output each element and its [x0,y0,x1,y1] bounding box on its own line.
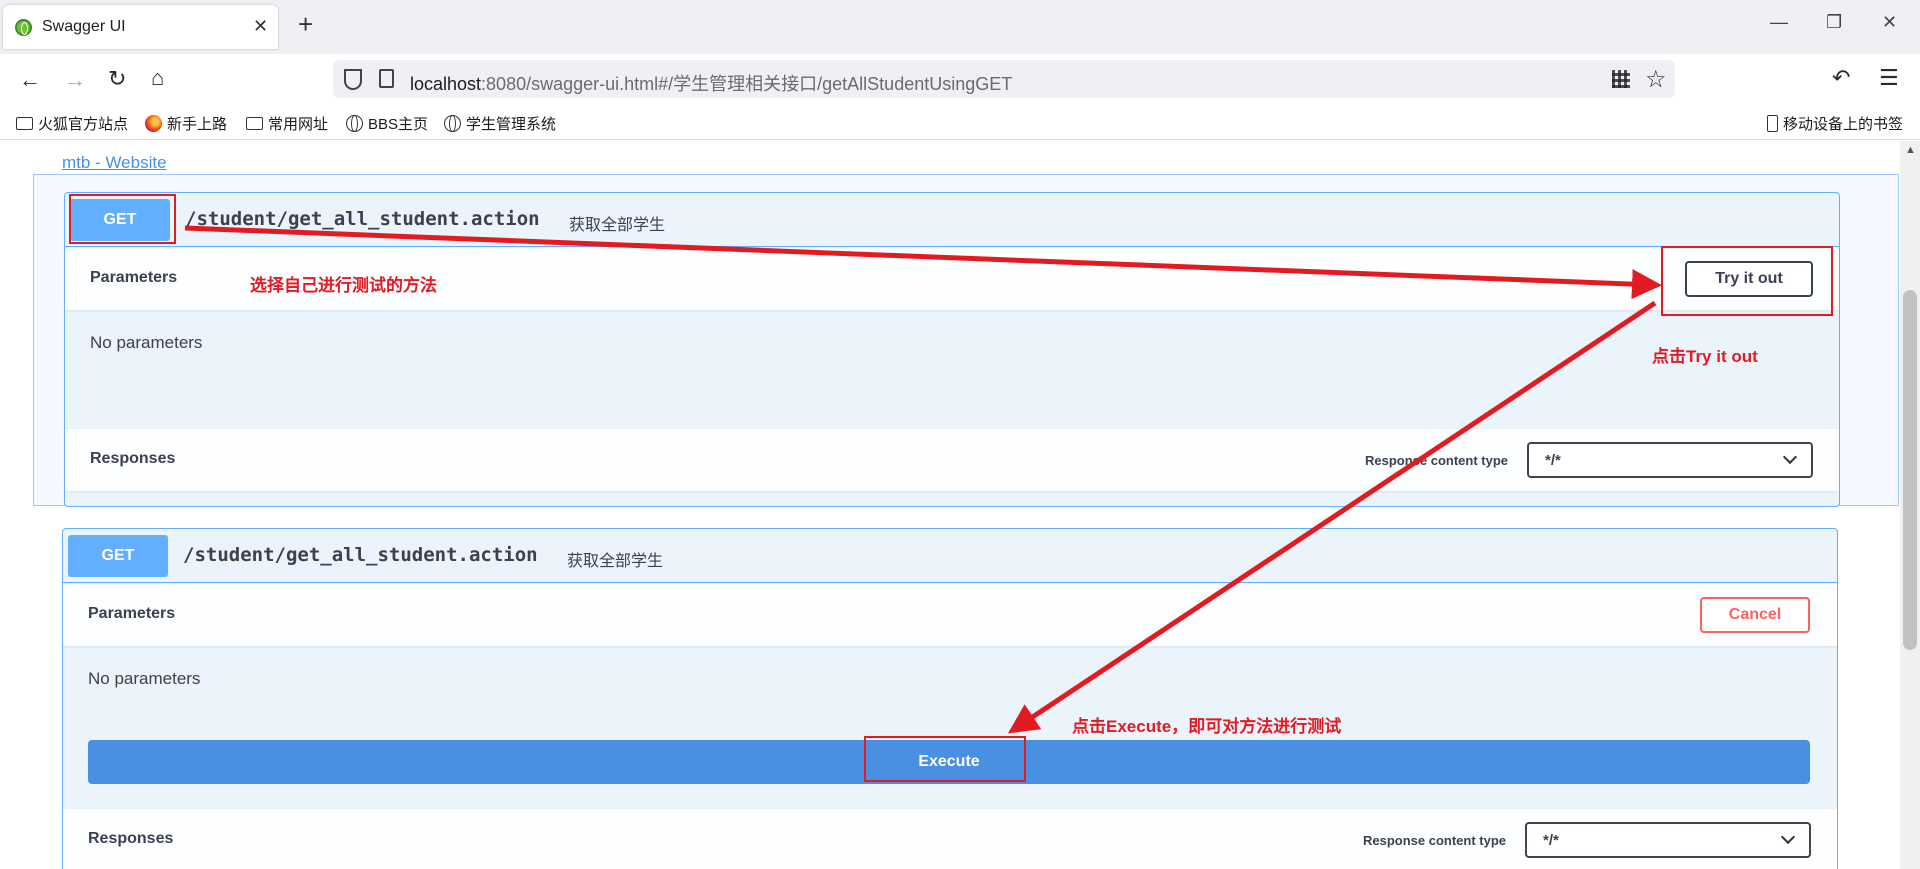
back-icon[interactable]: ← [19,68,41,92]
menu-icon[interactable]: ☰ [1879,66,1899,90]
parameters-title: Parameters [88,605,176,622]
responses-title: Responses [88,830,174,847]
globe-icon [444,115,461,132]
operation-summary-text: 获取全部学生 [569,217,666,234]
get-method-badge[interactable]: GET [68,535,168,577]
swagger-favicon-icon [15,19,32,36]
operation-path[interactable]: /student/get_all_student.action [185,208,540,230]
operation-path[interactable]: /student/get_all_student.action [183,544,538,566]
bookmark-star-icon[interactable]: ☆ [1645,65,1667,94]
response-content-type-select[interactable]: */* [1525,822,1811,858]
tab-title: Swagger UI [42,18,126,35]
annotation-choose-method: 选择自己进行测试的方法 [250,276,437,295]
operation-summary[interactable]: GET /student/get_all_student.action 获取全部… [63,529,1837,583]
chevron-down-icon [1782,449,1798,465]
new-tab-icon[interactable]: + [298,11,313,37]
home-icon[interactable]: ⌂ [151,66,164,90]
parameters-header: Parameters Cancel [63,584,1837,646]
annotation-box-get [69,194,176,244]
shield-icon[interactable] [344,69,362,90]
parameters-title: Parameters [90,269,178,286]
bookmark-common-sites[interactable]: 常用网址 [246,113,328,134]
chevron-down-icon [1780,829,1796,845]
bookmark-firefox-site[interactable]: 火狐官方站点 [16,113,128,134]
responses-header: Responses Response content type */* [63,809,1837,869]
bookmark-label: 新手上路 [167,116,228,133]
response-content-type-select[interactable]: */* [1527,442,1813,478]
annotation-click-execute: 点击Execute，即可对方法进行测试 [1072,717,1342,736]
folder-icon [246,117,263,130]
select-value: */* [1545,452,1561,469]
select-value: */* [1543,832,1559,849]
mobile-bookmarks[interactable]: 移动设备上的书签 [1767,113,1903,134]
site-website-link[interactable]: mtb - Website [62,153,167,173]
url-host: localhost [410,74,482,94]
bookmark-getting-started[interactable]: 新手上路 [145,113,227,134]
bookmark-bbs[interactable]: BBS主页 [346,113,428,134]
folder-icon [16,117,33,130]
bookmark-label: 学生管理系统 [466,116,557,133]
url-text[interactable]: localhost:8080/swagger-ui.html#/学生管理相关接口… [410,70,1012,96]
tab-close-icon[interactable]: ✕ [253,16,268,37]
restore-icon[interactable]: ❐ [1826,12,1842,33]
scroll-up-arrow-icon[interactable]: ▲ [1905,144,1916,156]
no-parameters-text: No parameters [90,333,203,352]
mobile-device-icon [1767,115,1778,132]
undo-icon[interactable]: ↶ [1832,66,1850,90]
operation-summary[interactable]: GET /student/get_all_student.action 获取全部… [65,193,1839,247]
operation-block-try-mode: GET /student/get_all_student.action 获取全部… [62,528,1838,869]
response-content-type-label: Response content type [1363,833,1507,848]
forward-icon[interactable]: → [64,68,86,92]
scrollbar-thumb[interactable] [1903,290,1917,650]
url-path: :8080/swagger-ui.html#/学生管理相关接口/getAllSt… [481,74,1013,94]
bookmark-label: 移动设备上的书签 [1783,116,1904,133]
window-close-icon[interactable]: ✕ [1882,12,1897,33]
annotation-box-try-it-out [1661,246,1833,316]
qr-code-icon[interactable] [1612,70,1630,88]
reload-icon[interactable]: ↻ [108,67,126,91]
no-parameters-text: No parameters [88,669,201,688]
operation-summary-text: 获取全部学生 [567,553,664,570]
page-info-icon[interactable] [379,69,394,88]
responses-title: Responses [90,450,176,467]
operation-block-collapsed-try: GET /student/get_all_student.action 获取全部… [64,192,1840,507]
bookmark-label: BBS主页 [368,116,429,133]
globe-icon [346,115,363,132]
minimize-icon[interactable]: — [1770,12,1788,33]
response-content-type-label: Response content type [1365,453,1509,468]
bookmark-student-system[interactable]: 学生管理系统 [444,113,556,134]
bookmark-label: 常用网址 [268,116,329,133]
responses-header: Responses Response content type */* [65,429,1839,491]
annotation-click-try: 点击Try it out [1652,347,1758,366]
firefox-icon [145,115,162,132]
tab-strip [0,0,1920,54]
cancel-button[interactable]: Cancel [1700,597,1810,633]
annotation-box-execute [864,736,1026,782]
tab-swagger-ui[interactable]: Swagger UI ✕ [3,5,278,49]
bookmark-label: 火狐官方站点 [38,116,129,133]
